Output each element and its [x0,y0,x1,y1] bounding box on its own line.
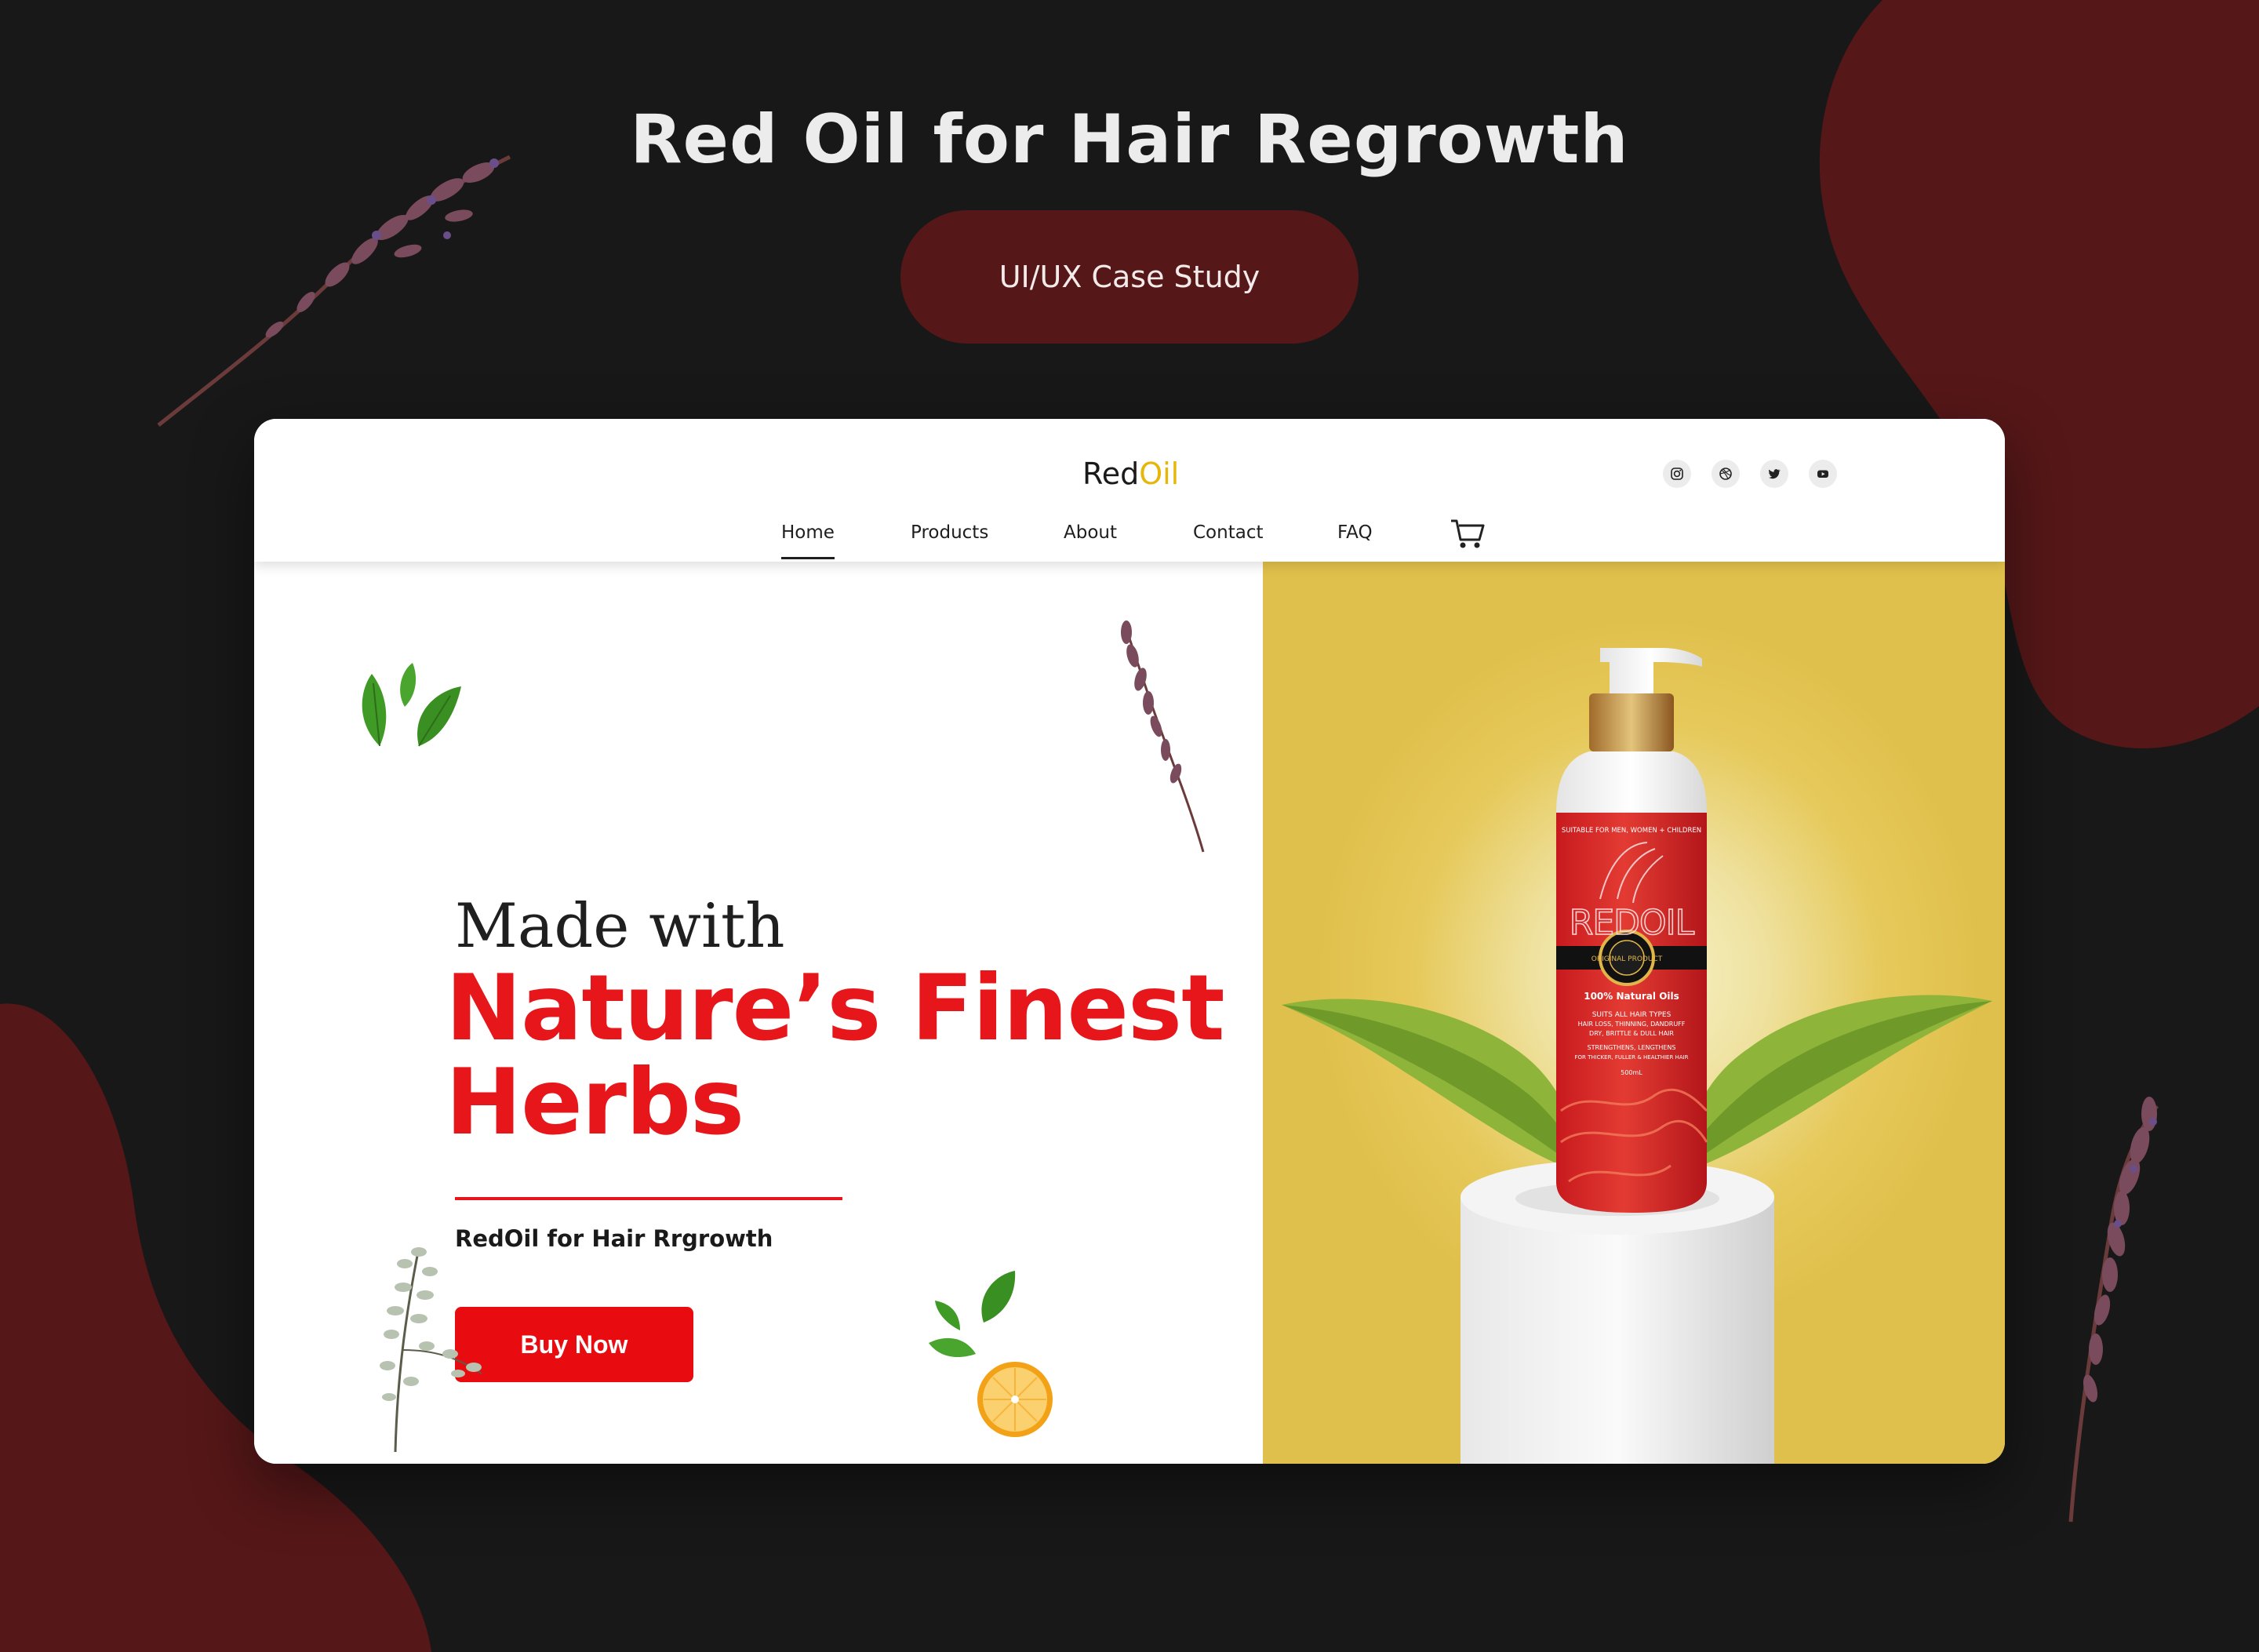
logo-part-red: Red [1082,457,1140,491]
bottle-desc-1: SUITS ALL HAIR TYPES [1592,1011,1672,1019]
nav-about[interactable]: About [1064,522,1117,543]
bottle-volume: 500mL [1621,1069,1642,1076]
nav-home[interactable]: Home [781,522,835,559]
lavender-sprig-top-left [157,155,511,427]
bottle-seal-text: ORIGINAL PRODUCT [1591,955,1663,963]
case-study-label: UI/UX Case Study [999,260,1260,294]
hero-left-panel: Made with Nature’s Finest Herbs RedOil f… [254,562,1263,1464]
page-heading: Red Oil for Hair Regrowth [630,100,1629,179]
hero-divider [455,1197,842,1200]
bottle-top-text: SUITABLE FOR MEN, WOMEN + CHILDREN [1562,827,1701,835]
hero-line-made-with: Made with [455,891,785,962]
social-links [1663,460,1837,488]
logo-part-oil: Oil [1139,457,1180,491]
hero-line-herbs: Herbs [446,1050,744,1155]
bottle-brand-text: REDOIL [1570,903,1695,943]
eucalyptus-sprig [380,1247,482,1453]
case-study-pill: UI/UX Case Study [900,210,1359,344]
bottle-desc-4: STRENGTHENS, LENGTHENS [1587,1044,1675,1051]
youtube-icon[interactable] [1809,460,1837,488]
website-mockup-card: RedOil Home Products About Contact FAQ M… [254,419,2005,1464]
hero-product-panel: ORIGINAL PRODUCT SUITABLE FOR MEN, WOMEN… [1263,562,2005,1464]
lavender-sprig-card [1121,620,1205,853]
bottle-natural-text: 100% Natural Oils [1584,991,1679,1002]
nav-contact[interactable]: Contact [1193,522,1263,543]
hero-headline: Nature’s Finest Herbs [446,962,1230,1150]
orange-slice-and-leaves [929,1271,1053,1437]
nav-faq[interactable]: FAQ [1337,522,1373,543]
dribbble-icon[interactable] [1712,460,1740,488]
site-header: RedOil Home Products About Contact FAQ [254,419,2005,562]
green-leaves-top [362,663,461,747]
cart-icon[interactable] [1450,518,1486,551]
redoil-bottle-product-image: ORIGINAL PRODUCT SUITABLE FOR MEN, WOMEN… [1556,648,1708,1213]
nav-products[interactable]: Products [911,522,988,543]
main-nav: Home Products About Contact FAQ [254,522,2005,562]
bottle-desc-3: DRY, BRITTLE & DULL HAIR [1589,1030,1674,1037]
bottle-desc-5: FOR THICKER, FULLER & HEALTHIER HAIR [1574,1054,1688,1061]
instagram-icon[interactable] [1663,460,1691,488]
bottle-desc-2: HAIR LOSS, THINNING, DANDRUFF [1578,1021,1686,1028]
lavender-sprig-right [2068,1097,2159,1523]
site-logo[interactable]: RedOil [1082,457,1179,491]
twitter-icon[interactable] [1760,460,1788,488]
hero-line-natures-finest: Nature’s Finest [446,955,1225,1061]
